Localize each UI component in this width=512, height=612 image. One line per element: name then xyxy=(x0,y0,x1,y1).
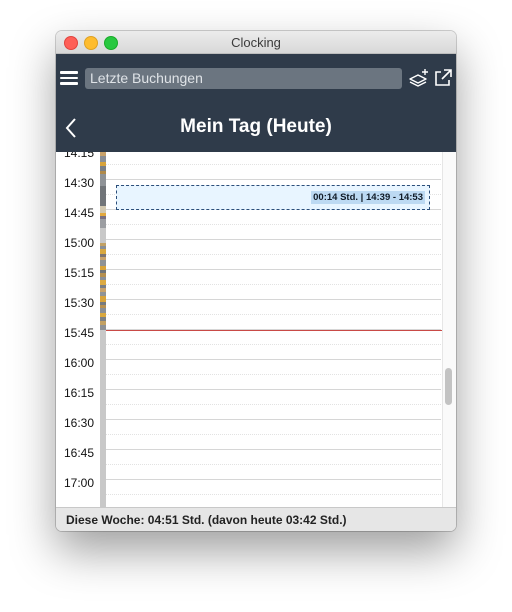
time-label: 16:15 xyxy=(64,386,95,400)
time-label: 16:00 xyxy=(64,356,95,370)
weekly-summary: Diese Woche: 04:51 Std. (davon heute 03:… xyxy=(56,507,456,531)
title-bar[interactable]: Clocking xyxy=(56,31,456,54)
time-label: 15:30 xyxy=(64,296,95,310)
search-input[interactable]: Letzte Buchungen xyxy=(85,68,402,89)
booking-entry[interactable]: 00:14 Std. | 14:39 - 14:53 xyxy=(116,185,430,210)
time-label: 14:30 xyxy=(64,176,95,190)
window-title: Clocking xyxy=(231,35,281,50)
time-label: 16:30 xyxy=(64,416,95,430)
time-label: 15:15 xyxy=(64,266,95,280)
open-external-icon[interactable] xyxy=(432,67,454,89)
time-label: 16:45 xyxy=(64,446,95,460)
current-time-line xyxy=(106,330,442,331)
hamburger-menu-icon[interactable] xyxy=(60,71,78,85)
time-label: 17:00 xyxy=(64,476,95,490)
header-toolbar: Letzte Buchungen Mein Tag (Heute) xyxy=(56,54,456,152)
booking-label: 00:14 Std. | 14:39 - 14:53 xyxy=(311,191,425,204)
day-timeline[interactable]: 14:15 14:30 14:45 15:00 15:15 15:30 15:4… xyxy=(56,152,456,507)
page-title: Mein Tag (Heute) xyxy=(180,116,332,137)
add-layer-icon[interactable] xyxy=(408,67,430,89)
time-label: 15:45 xyxy=(64,326,95,340)
time-label: 15:00 xyxy=(64,236,95,250)
scrollbar-thumb[interactable] xyxy=(445,368,452,405)
time-label: 14:15 xyxy=(64,152,95,160)
scrollbar-track[interactable] xyxy=(442,152,456,507)
app-window: Clocking Letzte Buchungen Mein Tag (Heut… xyxy=(56,31,456,531)
time-label: 14:45 xyxy=(64,206,95,220)
